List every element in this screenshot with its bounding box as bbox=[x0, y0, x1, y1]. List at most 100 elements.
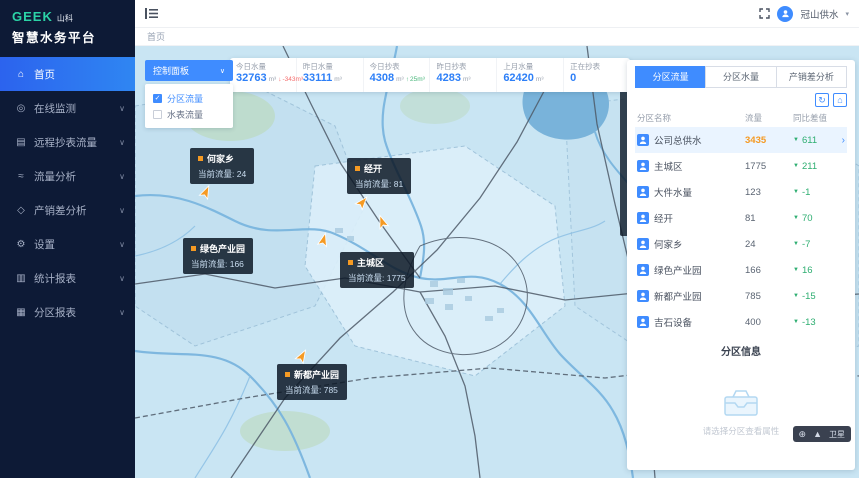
chevron-down-icon: ∨ bbox=[119, 240, 125, 249]
layer-list: ✓ 分区流量 水表流量 bbox=[145, 84, 233, 128]
satellite-layer-button[interactable]: 卫星 bbox=[829, 429, 845, 440]
home-icon: ⌂ bbox=[14, 69, 28, 80]
marker-dot-icon bbox=[191, 246, 196, 251]
terrain-icon[interactable]: ▲ bbox=[813, 430, 822, 439]
refresh-icon[interactable]: ↻ bbox=[815, 93, 829, 107]
topbar: 冠山供水 ▾ bbox=[135, 0, 859, 28]
checkbox-checked-icon[interactable]: ✓ bbox=[153, 94, 162, 103]
empty-box-icon bbox=[719, 387, 763, 419]
zone-icon bbox=[637, 134, 649, 146]
trend-down-icon: ▼ bbox=[793, 215, 799, 221]
tab-zone-volume[interactable]: 分区水量 bbox=[705, 66, 776, 88]
stat-last-month-volume: 上月水量 62420 m³ bbox=[497, 58, 564, 92]
map-tooltip-hejiaxiang[interactable]: 何家乡 当前流量: 24 bbox=[190, 148, 254, 184]
meter-icon: ▤ bbox=[14, 137, 28, 148]
gear-icon: ⚙ bbox=[14, 239, 28, 250]
marker-dot-icon bbox=[198, 156, 203, 161]
marker-dot-icon bbox=[285, 372, 290, 377]
zone-icon bbox=[637, 290, 649, 302]
chevron-down-icon: ∨ bbox=[119, 172, 125, 181]
layer-zone-flow[interactable]: ✓ 分区流量 bbox=[153, 90, 225, 106]
table-row[interactable]: 绿色产业园 166 ▼16 bbox=[635, 257, 847, 283]
zone-table-header: 分区名称 流量 同比差值 bbox=[635, 109, 847, 127]
zone-info-title: 分区信息 bbox=[635, 343, 847, 358]
brand-logo: GEEK 山科 智慧水务平台 bbox=[0, 0, 135, 51]
table-row[interactable]: 公司总供水 3435 ▼611 › bbox=[635, 127, 847, 153]
flow-icon: ≈ bbox=[14, 171, 28, 182]
marker-dot-icon bbox=[348, 260, 353, 265]
zone-report-icon: ▦ bbox=[14, 307, 28, 318]
chevron-down-icon: ∨ bbox=[119, 274, 125, 283]
map-tooltip-jingkai[interactable]: 经开 当前流量: 81 bbox=[347, 158, 411, 194]
trend-down-icon: ▼ bbox=[793, 319, 799, 325]
user-avatar[interactable] bbox=[777, 6, 793, 22]
sidebar-item-online-monitoring[interactable]: ◎ 在线监测 ∨ bbox=[0, 91, 135, 125]
trend-down-icon: ▼ bbox=[793, 267, 799, 273]
logo-subtext: 山科 bbox=[57, 13, 73, 24]
stat-yesterday-volume: 昨日水量 33111 m³ bbox=[297, 58, 364, 92]
tab-nrw-analysis[interactable]: 产销差分析 bbox=[776, 66, 847, 88]
table-row[interactable]: 经开 81 ▼70 bbox=[635, 205, 847, 231]
sidebar-item-flow-analysis[interactable]: ≈ 流量分析 ∨ bbox=[0, 159, 135, 193]
sidebar: GEEK 山科 智慧水务平台 ⌂ 首页 ◎ 在线监测 ∨ ▤ 远程抄表流量 ∨ … bbox=[0, 0, 135, 478]
sidebar-item-zone-report[interactable]: ▦ 分区报表 ∨ bbox=[0, 295, 135, 329]
empty-state-text: 请选择分区查看属性 bbox=[703, 425, 780, 437]
map-tooltip-main-city[interactable]: 主城区 当前流量: 1775 bbox=[340, 252, 414, 288]
chevron-down-icon: ∨ bbox=[119, 138, 125, 147]
stat-yesterday-meter: 昨日抄表 4283 m³ bbox=[430, 58, 497, 92]
map-tooltip-green-park[interactable]: 绿色产业园 当前流量: 166 bbox=[183, 238, 253, 274]
tab-zone-flow[interactable]: 分区流量 bbox=[635, 66, 706, 88]
map-toolbar: ⊕ ▲ 卫星 bbox=[793, 426, 851, 442]
trend-up-icon: ↑ bbox=[406, 76, 409, 83]
app-title: 智慧水务平台 bbox=[12, 27, 123, 46]
layer-meter-flow[interactable]: 水表流量 bbox=[153, 106, 225, 122]
checkbox-unchecked-icon[interactable] bbox=[153, 110, 162, 119]
sidebar-menu: ⌂ 首页 ◎ 在线监测 ∨ ▤ 远程抄表流量 ∨ ≈ 流量分析 ∨ ◇ 产销差分… bbox=[0, 57, 135, 329]
trend-down-icon: ▼ bbox=[793, 137, 799, 143]
stat-today-volume: 今日水量 32763 m³ ↓-343m³ bbox=[230, 58, 297, 92]
report-icon: ▥ bbox=[14, 273, 28, 284]
map-tooltip-new-industrial-park[interactable]: 新都产业园 当前流量: 785 bbox=[277, 364, 347, 400]
zone-icon bbox=[637, 186, 649, 198]
trend-down-icon: ▼ bbox=[793, 163, 799, 169]
table-row[interactable]: 何家乡 24 ▼-7 bbox=[635, 231, 847, 257]
main-area: 冠山供水 ▾ 首页 bbox=[135, 0, 859, 478]
stat-reading-now: 正在抄表 0 bbox=[564, 58, 630, 92]
marker-dot-icon bbox=[355, 166, 360, 171]
table-row[interactable]: 主城区 1775 ▼211 bbox=[635, 153, 847, 179]
chevron-right-icon[interactable]: › bbox=[842, 135, 845, 146]
logo-text: GEEK bbox=[12, 9, 53, 24]
chevron-down-icon: ∨ bbox=[119, 104, 125, 113]
zone-icon bbox=[637, 212, 649, 224]
zone-icon bbox=[637, 264, 649, 276]
app-window: GEEK 山科 智慧水务平台 ⌂ 首页 ◎ 在线监测 ∨ ▤ 远程抄表流量 ∨ … bbox=[0, 0, 859, 478]
user-name[interactable]: 冠山供水 bbox=[800, 7, 838, 21]
zone-icon bbox=[637, 238, 649, 250]
sidebar-item-nrw-analysis[interactable]: ◇ 产销差分析 ∨ bbox=[0, 193, 135, 227]
sidebar-item-settings[interactable]: ⚙ 设置 ∨ bbox=[0, 227, 135, 261]
fullscreen-icon[interactable] bbox=[759, 8, 770, 19]
analysis-icon: ◇ bbox=[14, 205, 28, 216]
control-panel-toggle[interactable]: 控制面板 ∨ bbox=[145, 60, 233, 81]
table-row[interactable]: 新都产业园 785 ▼-15 bbox=[635, 283, 847, 309]
zone-panel: 分区流量 分区水量 产销差分析 ↻ ⌂ 分区名称 流量 同比差值 公司总供水 3… bbox=[627, 60, 855, 470]
zone-panel-tabs: 分区流量 分区水量 产销差分析 bbox=[635, 66, 847, 88]
sidebar-item-home[interactable]: ⌂ 首页 bbox=[0, 57, 135, 91]
user-menu-caret-icon[interactable]: ▾ bbox=[845, 10, 849, 18]
pan-tool-icon[interactable]: ⊕ bbox=[799, 430, 807, 439]
trend-down-icon: ↓ bbox=[278, 76, 281, 83]
monitor-icon: ◎ bbox=[14, 103, 28, 114]
stat-today-meter: 今日抄表 4308 m³ ↑25m³ bbox=[364, 58, 431, 92]
table-row[interactable]: 吉石设备 400 ▼-13 bbox=[635, 309, 847, 335]
home-locate-icon[interactable]: ⌂ bbox=[833, 93, 847, 107]
table-row[interactable]: 大件水量 123 ▼-1 bbox=[635, 179, 847, 205]
sidebar-item-statistics-report[interactable]: ▥ 统计报表 ∨ bbox=[0, 261, 135, 295]
breadcrumb-home[interactable]: 首页 bbox=[147, 30, 165, 43]
trend-down-icon: ▼ bbox=[793, 241, 799, 247]
zone-info-empty-state: 请选择分区查看属性 bbox=[635, 360, 847, 464]
sidebar-item-remote-meter-flow[interactable]: ▤ 远程抄表流量 ∨ bbox=[0, 125, 135, 159]
trend-down-icon: ▼ bbox=[793, 189, 799, 195]
map-container[interactable]: 今日水量 32763 m³ ↓-343m³ 昨日水量 33111 m³ 今日抄表 bbox=[135, 46, 859, 478]
zone-icon bbox=[637, 316, 649, 328]
sidebar-collapse-icon[interactable] bbox=[145, 8, 158, 19]
